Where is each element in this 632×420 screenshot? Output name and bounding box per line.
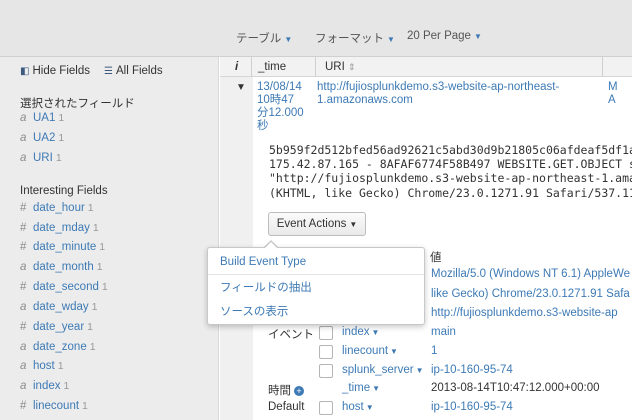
number-type-icon: #	[20, 281, 27, 293]
per-page-dropdown[interactable]: 20 Per Page ▼	[407, 30, 482, 42]
value-column-header: 値	[430, 252, 442, 264]
caret-down-icon: ▼	[473, 32, 482, 41]
field-host-value[interactable]: ip-10-160-95-74	[431, 401, 513, 413]
default-section-label: Default	[268, 401, 305, 413]
uri-column-header[interactable]: URI ⇕	[325, 61, 355, 73]
number-type-icon: #	[20, 241, 27, 253]
sidebar-field-date-hour[interactable]: # date_hour 1	[20, 202, 94, 214]
event-actions-menu: Build Event Type フィールドの抽出 ソースの表示	[207, 247, 425, 325]
sidebar-field-date-month[interactable]: a date_month 1	[20, 261, 103, 273]
results-toolbar: テーブル ▼ フォーマット ▼ 20 Per Page ▼	[0, 0, 632, 57]
event-actions-label: Event Actions	[276, 218, 347, 230]
caret-down-icon: ▼	[415, 366, 424, 375]
sidebar-field-date-mday[interactable]: # date_mday 1	[20, 222, 99, 234]
sidebar-field-ua1[interactable]: a UA1 1	[20, 112, 64, 124]
time-section-label: 時間 +	[268, 382, 304, 398]
sidebar-field-date-minute[interactable]: # date_minute 1	[20, 241, 105, 253]
results-table-header: i _time URI ⇕	[220, 57, 632, 77]
per-page-label: 20 Per Page	[407, 30, 471, 42]
raw-event-text: 5b959f2d512bfed56ad92621c5abd30d9b21805c…	[269, 143, 632, 200]
field-value[interactable]: http://fujiosplunkdemo.s3-website-ap	[431, 307, 618, 319]
field-checkbox[interactable]	[319, 345, 333, 359]
format-dropdown[interactable]: フォーマット ▼	[315, 30, 395, 46]
column-divider	[315, 57, 316, 77]
time-column-header[interactable]: _time	[258, 61, 286, 73]
field-splunk-server-value[interactable]: ip-10-160-95-74	[431, 364, 513, 376]
field-time-value: 2013-08-14T10:47:12.000+00:00	[431, 382, 600, 394]
sidebar-field-linecount[interactable]: # linecount 1	[20, 400, 88, 412]
sort-icon: ⇕	[347, 62, 356, 72]
event-section-label: イベント	[268, 329, 314, 341]
menu-divider	[208, 274, 424, 275]
string-type-icon: a	[20, 132, 27, 144]
number-type-icon: #	[20, 400, 27, 412]
list-icon: ☰	[104, 66, 113, 77]
number-type-icon: #	[20, 202, 27, 214]
string-type-icon: a	[20, 152, 27, 164]
hide-fields-button[interactable]: ◧ Hide Fields	[20, 65, 90, 77]
caret-down-icon: ▼	[284, 35, 293, 44]
sidebar-field-uri[interactable]: a URI 1	[20, 152, 62, 164]
menu-item-build-event-type[interactable]: Build Event Type	[220, 256, 306, 268]
fields-sidebar: ◧ Hide Fields ☰ All Fields 選択されたフィールド a UA1…	[0, 57, 219, 420]
selected-fields-heading: 選択されたフィールド	[20, 98, 135, 110]
string-type-icon: a	[20, 380, 27, 392]
caret-down-icon: ▼	[371, 328, 380, 337]
sidebar-field-date-zone[interactable]: a date_zone 1	[20, 341, 96, 353]
truncated-column-cell: M A	[608, 81, 618, 106]
event-time-cell[interactable]: 13/08/14 10時47 分12.000 秒	[257, 81, 312, 133]
field-host-dropdown[interactable]: host ▼	[342, 401, 374, 413]
number-type-icon: #	[20, 222, 27, 234]
column-divider	[602, 57, 603, 77]
sidebar-field-date-year[interactable]: # date_year 1	[20, 321, 93, 333]
field-value[interactable]: Mozilla/5.0 (Windows NT 6.1) AppleWe	[431, 268, 630, 280]
caret-down-icon: ▼	[365, 403, 374, 412]
string-type-icon: a	[20, 360, 27, 372]
add-icon[interactable]: +	[294, 386, 304, 396]
caret-down-icon: ▼	[372, 384, 381, 393]
field-linecount-value[interactable]: 1	[431, 345, 437, 357]
collapse-panel-icon: ◧	[20, 66, 30, 77]
menu-pointer-fill	[265, 242, 277, 248]
string-type-icon: a	[20, 112, 27, 124]
all-fields-label: All Fields	[115, 65, 163, 77]
string-type-icon: a	[20, 301, 27, 313]
field-splunk-server-dropdown[interactable]: splunk_server ▼	[342, 364, 424, 376]
field-index-value[interactable]: main	[431, 326, 456, 338]
field-value[interactable]: like Gecko) Chrome/23.0.1271.91 Safa	[431, 288, 630, 300]
sidebar-field-host[interactable]: a host 1	[20, 360, 64, 372]
sidebar-field-date-second[interactable]: # date_second 1	[20, 281, 108, 293]
field-time-dropdown[interactable]: _time ▼	[342, 382, 380, 394]
table-view-label: テーブル	[236, 33, 282, 45]
info-column-header: i	[235, 61, 239, 73]
all-fields-button[interactable]: ☰ All Fields	[104, 65, 163, 77]
sidebar-field-date-wday[interactable]: a date_wday 1	[20, 301, 97, 313]
field-checkbox[interactable]	[319, 326, 333, 340]
string-type-icon: a	[20, 341, 27, 353]
menu-item-extract-fields[interactable]: フィールドの抽出	[220, 279, 312, 295]
column-divider	[251, 57, 252, 77]
format-label: フォーマット	[315, 33, 384, 45]
field-index-dropdown[interactable]: index ▼	[342, 326, 379, 338]
caret-down-icon: ▼	[387, 35, 395, 44]
event-actions-button[interactable]: Event Actions ▼	[268, 212, 366, 236]
field-checkbox[interactable]	[319, 364, 333, 378]
collapse-row-icon[interactable]: ▼	[236, 82, 246, 93]
interesting-fields-heading: Interesting Fields	[20, 185, 108, 197]
field-linecount-dropdown[interactable]: linecount ▼	[342, 345, 398, 357]
number-type-icon: #	[20, 321, 27, 333]
table-view-dropdown[interactable]: テーブル ▼	[236, 30, 292, 46]
sidebar-field-ua2[interactable]: a UA2 1	[20, 132, 64, 144]
event-uri-cell[interactable]: http://fujiosplunkdemo.s3-website-ap-nor…	[317, 81, 607, 107]
sidebar-field-index[interactable]: a index 1	[20, 380, 69, 392]
field-checkbox[interactable]	[319, 401, 333, 415]
menu-item-show-source[interactable]: ソースの表示	[220, 303, 288, 319]
string-type-icon: a	[20, 261, 27, 273]
caret-down-icon: ▼	[349, 220, 358, 229]
hide-fields-label: Hide Fields	[32, 65, 90, 77]
caret-down-icon: ▼	[390, 347, 398, 356]
